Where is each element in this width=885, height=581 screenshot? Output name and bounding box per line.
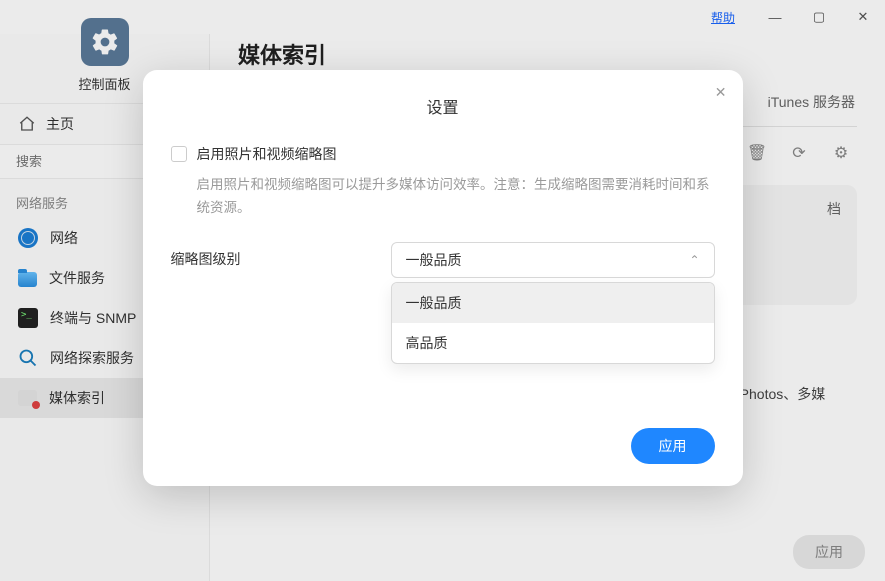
modal-overlay: ✕ 设置 启用照片和视频缩略图 启用照片和视频缩略图可以提升多媒体访问效率。注意… [0, 0, 885, 581]
checkbox-hint: 启用照片和视频缩略图可以提升多媒体访问效率。注意：生成缩略图需要消耗时间和系统资… [197, 174, 715, 220]
chevron-up-icon: ⌃ [689, 253, 699, 267]
modal-title: 设置 [171, 94, 715, 118]
checkbox[interactable] [171, 146, 187, 162]
dropdown-option-high[interactable]: 高品质 [392, 323, 714, 363]
dropdown-option-normal[interactable]: 一般品质 [392, 283, 714, 323]
thumbnail-level-select[interactable]: 一般品质 ⌃ [391, 242, 715, 278]
checkbox-label: 启用照片和视频缩略图 [197, 144, 337, 164]
settings-modal: ✕ 设置 启用照片和视频缩略图 启用照片和视频缩略图可以提升多媒体访问效率。注意… [143, 70, 743, 486]
thumbnail-level-label: 缩略图级别 [171, 242, 371, 269]
thumbnail-level-dropdown: 一般品质 高品质 [391, 282, 715, 364]
enable-thumbnails-row[interactable]: 启用照片和视频缩略图 [171, 144, 715, 164]
modal-close-button[interactable]: ✕ [715, 84, 727, 101]
modal-apply-button[interactable]: 应用 [631, 428, 715, 464]
select-value: 一般品质 [406, 250, 462, 270]
